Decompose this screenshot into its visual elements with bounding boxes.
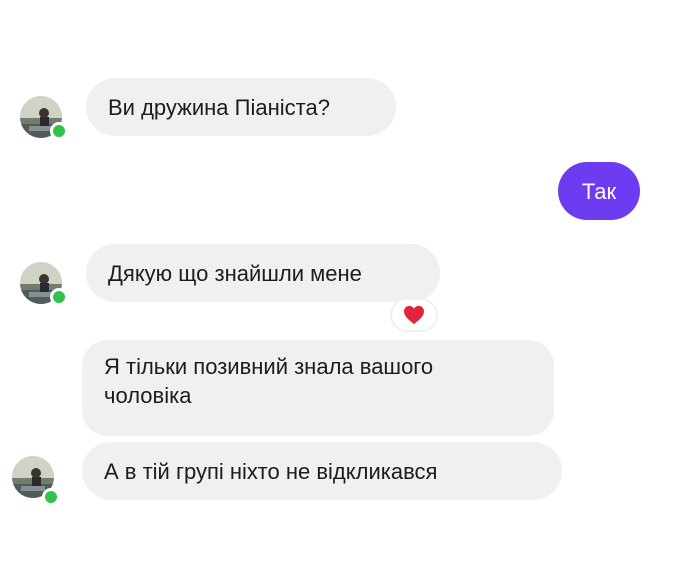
message-text: А в тій групі ніхто не відкликався [104,458,438,484]
outgoing-message-bubble[interactable]: Так [558,162,640,220]
message-text: Ви дружина Піаніста? [108,94,330,120]
online-status-indicator [50,288,68,306]
online-status-indicator [42,488,60,506]
incoming-message-bubble[interactable]: Дякую що знайшли мене [86,244,440,302]
incoming-message-bubble[interactable]: Ви дружина Піаніста? [86,78,396,136]
message-text: Я тільки позивний знала вашого чоловіка [104,354,434,408]
incoming-message-bubble[interactable]: Я тільки позивний знала вашого чоловіка [82,340,554,436]
incoming-message-bubble[interactable]: А в тій групі ніхто не відкликався [82,442,562,500]
heart-icon [404,305,424,325]
online-status-indicator [50,122,68,140]
message-text: Дякую що знайшли мене [108,260,362,286]
message-reaction[interactable] [390,298,438,332]
chat-thread: Ви дружина Піаніста? Так Дякую що знайшл… [0,0,674,561]
message-text: Так [581,178,617,204]
